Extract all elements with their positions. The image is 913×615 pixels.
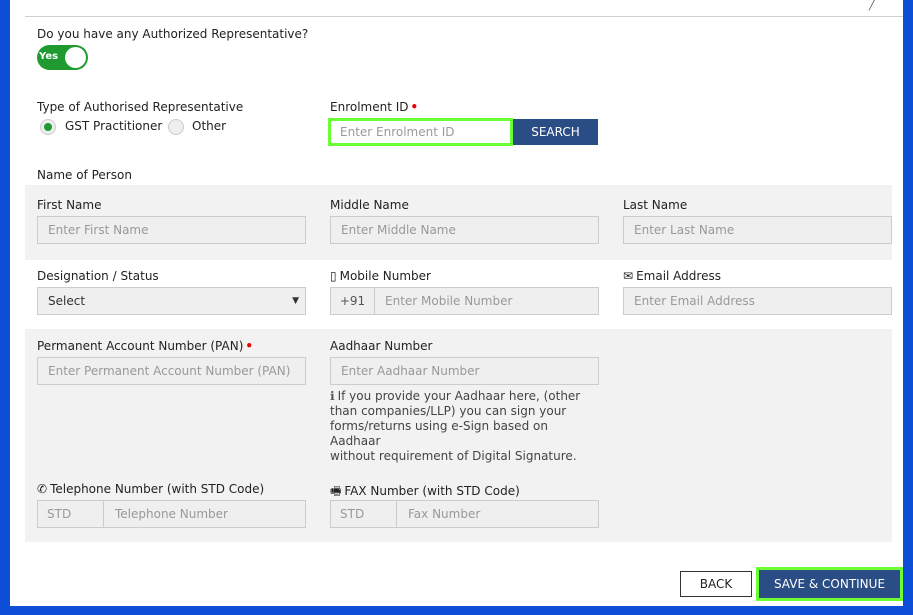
aadhaar-input[interactable]: Enter Aadhaar Number (330, 357, 599, 385)
pan-input[interactable]: Enter Permanent Account Number (PAN) (37, 357, 306, 385)
authorized-rep-question: Do you have any Authorized Representativ… (37, 27, 309, 41)
aadhaar-help-line: ℹ If you provide your Aadhaar here, (othe… (330, 389, 581, 403)
name-section-heading: Name of Person (37, 168, 132, 182)
email-input[interactable]: Enter Email Address (623, 287, 892, 315)
aadhaar-label: Aadhaar Number (330, 339, 433, 353)
last-name-input[interactable]: Enter Last Name (623, 216, 892, 244)
enrolment-id-label: Enrolment ID • (330, 100, 419, 114)
form-panel: ╱ Do you have any Authorized Representat… (10, 0, 903, 606)
aadhaar-help-line: forms/returns using e-Sign based on Aadh… (330, 419, 548, 448)
telephone-input[interactable]: Telephone Number (115, 501, 228, 527)
fax-input[interactable]: Fax Number (408, 501, 480, 527)
toggle-knob (65, 47, 86, 68)
envelope-icon: ✉ (623, 269, 634, 283)
first-name-label: First Name (37, 198, 102, 212)
fax-field[interactable]: STD Fax Number (330, 500, 599, 528)
pan-label: Permanent Account Number (PAN) • (37, 339, 254, 353)
authorized-rep-toggle[interactable]: Yes (37, 45, 88, 70)
radio-other-label: Other (192, 119, 227, 133)
middle-name-input[interactable]: Enter Middle Name (330, 216, 599, 244)
telephone-label: ✆ Telephone Number (with STD Code) (37, 482, 265, 496)
designation-select[interactable]: Select ▼ (37, 287, 306, 315)
info-icon: ℹ (330, 389, 335, 403)
enrolment-id-input[interactable]: Enter Enrolment ID (328, 118, 513, 146)
email-label: ✉ Email Address (623, 269, 721, 283)
aadhaar-help-line: without requirement of Digital Signature… (330, 449, 577, 463)
toggle-label: Yes (39, 51, 59, 62)
mobile-label: ▯ Mobile Number (330, 269, 431, 283)
mobile-input[interactable]: Enter Mobile Number (385, 288, 512, 314)
radio-gst-practitioner[interactable] (40, 119, 56, 135)
divider (25, 16, 903, 17)
fax-std-input[interactable]: STD (331, 501, 397, 527)
aadhaar-help-text: ℹ If you provide your Aadhaar here, (othe… (330, 389, 600, 464)
designation-label: Designation / Status (37, 269, 159, 283)
last-name-label: Last Name (623, 198, 688, 212)
search-button[interactable]: SEARCH (513, 119, 598, 145)
save-continue-button[interactable]: SAVE & CONTINUE (756, 567, 903, 601)
phone-icon: ✆ (37, 482, 48, 496)
rep-type-label: Type of Authorised Representative (37, 100, 244, 114)
chevron-icon: ╱ (868, 0, 875, 11)
middle-name-label: Middle Name (330, 198, 409, 212)
mobile-prefix: +91 (331, 288, 375, 314)
telephone-field[interactable]: STD Telephone Number (37, 500, 306, 528)
radio-other[interactable] (168, 119, 184, 135)
chevron-down-icon: ▼ (292, 296, 299, 306)
aadhaar-help-line: than companies/LLP) you can sign your (330, 404, 567, 418)
back-button[interactable]: BACK (680, 571, 752, 597)
designation-value: Select (48, 294, 86, 308)
first-name-input[interactable]: Enter First Name (37, 216, 306, 244)
mobile-field[interactable]: +91 Enter Mobile Number (330, 287, 599, 315)
telephone-std-input[interactable]: STD (38, 501, 104, 527)
radio-gst-practitioner-label: GST Practitioner (65, 119, 163, 133)
mobile-icon: ▯ (330, 269, 337, 283)
